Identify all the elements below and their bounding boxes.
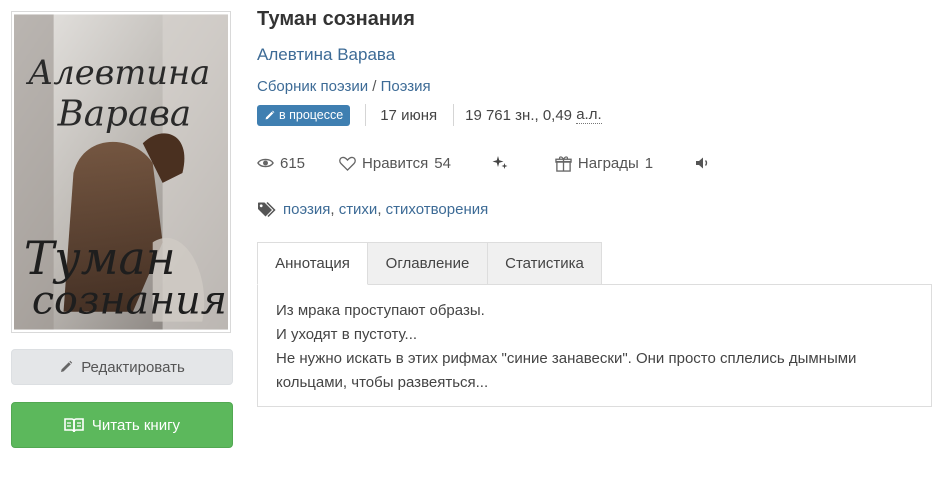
author-sheets-unit: а.л.: [576, 106, 602, 124]
genre-breadcrumb: Сборник поэзии / Поэзия: [257, 78, 431, 95]
awards-count: 1: [644, 154, 654, 172]
pencil-icon: [61, 360, 73, 372]
tags: поэзия, стихи, стихотворения: [257, 197, 488, 221]
book-meta: в процессе 17 июня 19 761 зн., 0,49 а.л.: [257, 103, 602, 127]
heart-icon: [339, 156, 356, 171]
annotation-line: Из мрака проступают образы.: [276, 302, 485, 319]
speaker-icon: [696, 157, 708, 169]
awards-label: Награды: [577, 154, 639, 172]
author-link[interactable]: Алевтина Варава: [257, 45, 395, 65]
audio-button[interactable]: [695, 156, 711, 170]
edit-button-label: Редактировать: [81, 358, 185, 376]
views-count: 615: [280, 154, 306, 172]
cover-author-line2: Варава: [57, 93, 192, 134]
read-book-button[interactable]: Читать книгу: [11, 402, 233, 448]
genre-link-collection[interactable]: Сборник поэзии: [257, 78, 368, 95]
annotation-line: Не нужно искать в этих рифмах "синие зан…: [276, 350, 857, 367]
likes-label: Нравится: [362, 154, 429, 172]
tab-contents[interactable]: Оглавление: [368, 242, 488, 285]
likes-count: 54: [434, 154, 451, 172]
eye-icon: [257, 158, 274, 168]
tab-annotation[interactable]: Аннотация: [257, 242, 368, 285]
tag-separator: ,: [330, 200, 339, 218]
genre-separator: /: [368, 78, 381, 95]
tag-link[interactable]: стихотворения: [386, 201, 489, 218]
divider: [453, 104, 455, 126]
annotation-line: И уходят в пустоту...: [276, 326, 418, 343]
cover-title-line2: сознания: [32, 278, 227, 324]
open-book-icon: [64, 418, 84, 433]
stats-bar: 615 Нравится 54 Награды 1: [257, 150, 711, 176]
tab-statistics[interactable]: Статистика: [488, 242, 602, 285]
book-tabs: Аннотация Оглавление Статистика: [257, 242, 602, 285]
status-badge: в процессе: [257, 104, 351, 126]
edit-button[interactable]: Редактировать: [11, 349, 233, 385]
views-counter: 615: [257, 155, 305, 172]
publish-date: 17 июня: [380, 106, 438, 124]
genre-link-poetry[interactable]: Поэзия: [381, 78, 431, 95]
book-cover[interactable]: Алевтина Варава Туман сознания: [11, 11, 231, 333]
book-size: 19 761 зн., 0,49: [465, 106, 573, 124]
like-button[interactable]: Нравится 54: [339, 155, 451, 172]
tag-separator: ,: [377, 200, 386, 218]
sparkles-icon: [492, 156, 508, 169]
awards-button[interactable]: Награды 1: [555, 155, 653, 172]
annotation-line: кольцами, чтобы развеяться...: [276, 374, 489, 391]
annotation-panel: Из мрака проступают образы. И уходят в п…: [257, 284, 932, 407]
gift-icon: [555, 155, 572, 172]
divider: [365, 104, 367, 126]
read-book-button-label: Читать книгу: [91, 416, 181, 434]
pencil-icon: [265, 110, 275, 119]
sparkles-button[interactable]: [491, 154, 509, 172]
cover-author-line1: Алевтина: [26, 53, 210, 92]
book-title: Туман сознания: [257, 8, 415, 30]
cover-image: Алевтина Варава Туман сознания: [14, 14, 228, 330]
status-badge-label: в процессе: [279, 108, 344, 122]
tag-link[interactable]: стихи: [339, 201, 378, 218]
tag-link[interactable]: поэзия: [283, 201, 330, 218]
tags-icon: [258, 201, 276, 217]
